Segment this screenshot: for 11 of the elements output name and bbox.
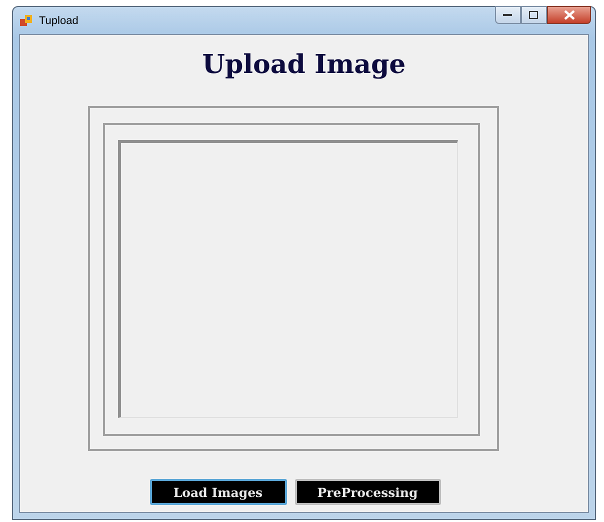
- close-button[interactable]: [547, 6, 591, 24]
- close-icon: [564, 10, 574, 20]
- minimize-button[interactable]: [495, 6, 521, 24]
- window-title: Tupload: [39, 14, 78, 26]
- load-images-button[interactable]: Load Images: [150, 479, 286, 505]
- heading: Upload Image: [202, 49, 406, 82]
- preprocessing-button[interactable]: PreProcessing: [294, 479, 440, 505]
- maximize-button[interactable]: [521, 6, 547, 24]
- maximize-icon: [529, 10, 539, 20]
- minimize-icon: [503, 13, 513, 17]
- app-icon: [19, 14, 33, 28]
